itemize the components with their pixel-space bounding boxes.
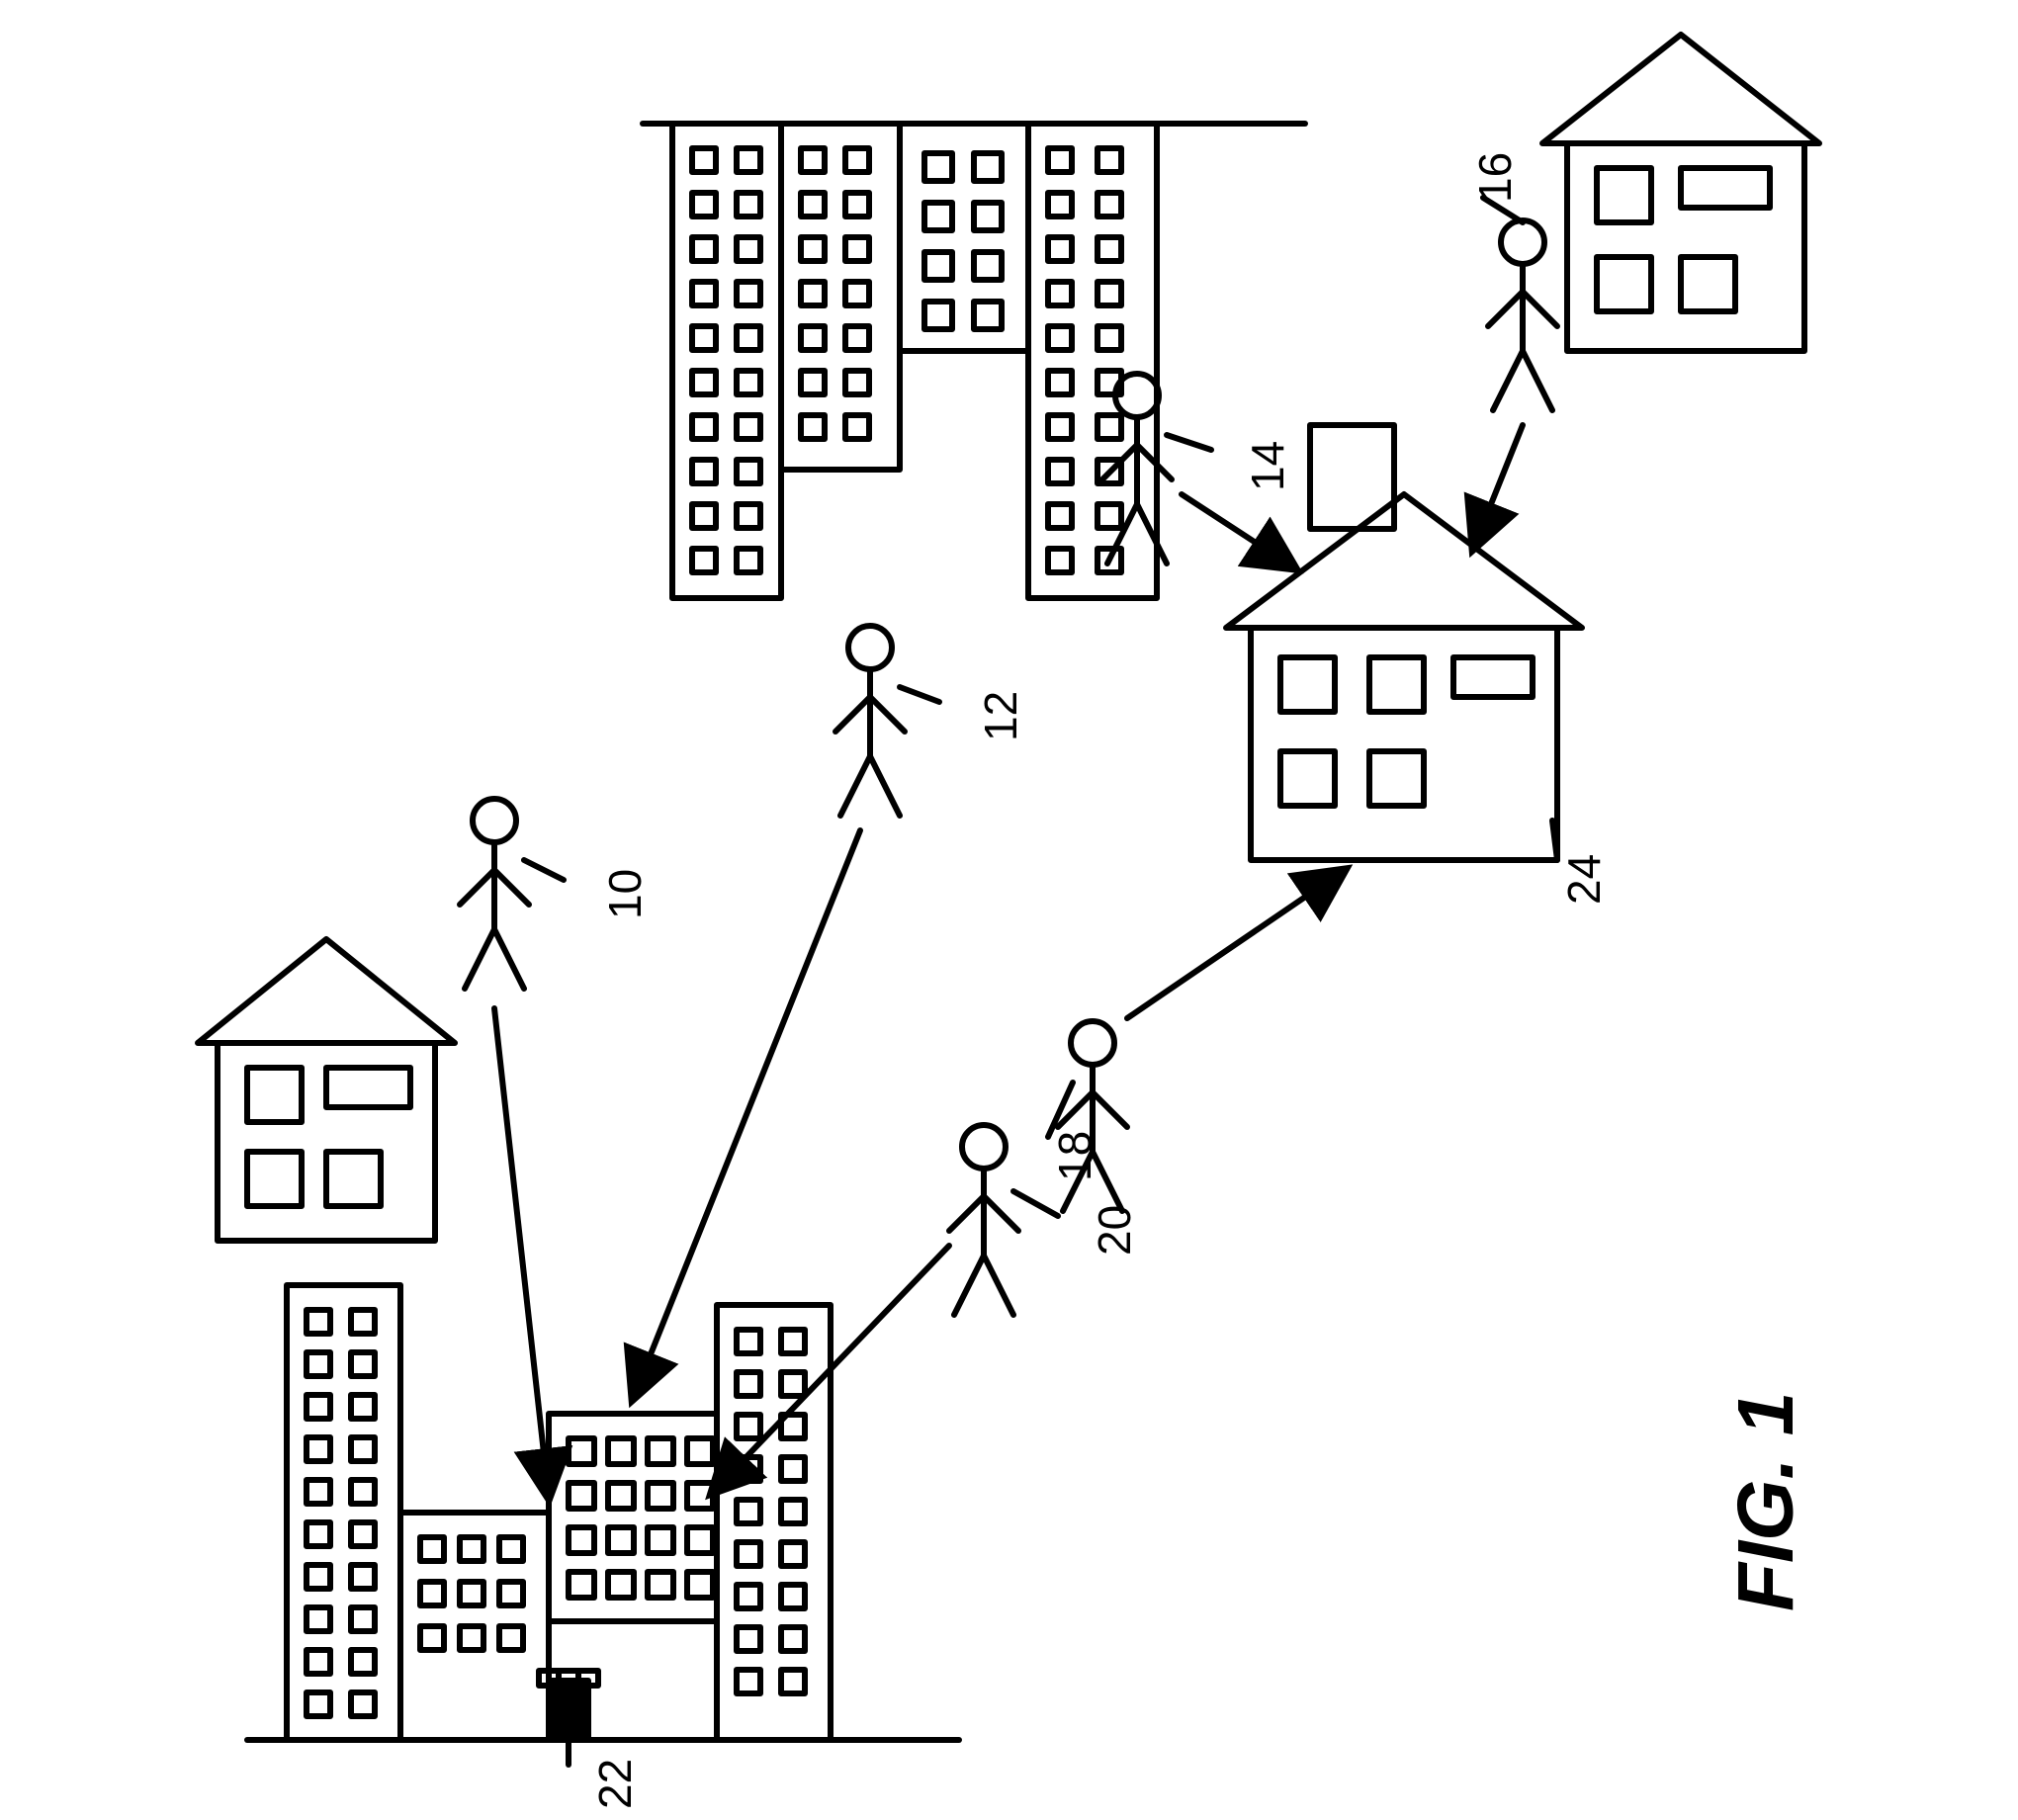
figure-1-diagram: 10 12 14 16 18 20 22 24 FIG. 1	[0, 0, 2018, 1820]
label-12: 12	[974, 691, 1027, 741]
diagram-svg	[0, 0, 2018, 1820]
person-10	[460, 799, 529, 989]
city-top	[643, 124, 1305, 598]
person-18	[1058, 1021, 1127, 1211]
label-24: 24	[1557, 854, 1611, 905]
house-top-right	[1542, 35, 1819, 351]
label-18: 18	[1048, 1131, 1101, 1181]
house-top-left	[198, 939, 455, 1241]
city-bottom	[247, 1285, 959, 1740]
person-14	[1102, 374, 1172, 563]
person-20	[949, 1125, 1018, 1315]
label-20: 20	[1088, 1205, 1141, 1256]
label-22: 22	[588, 1759, 642, 1809]
figure-caption: FIG. 1	[1720, 1392, 1811, 1611]
person-12	[835, 626, 905, 816]
label-16: 16	[1468, 152, 1522, 203]
label-14: 14	[1241, 441, 1294, 491]
label-10: 10	[598, 869, 652, 919]
person-16	[1488, 220, 1557, 410]
